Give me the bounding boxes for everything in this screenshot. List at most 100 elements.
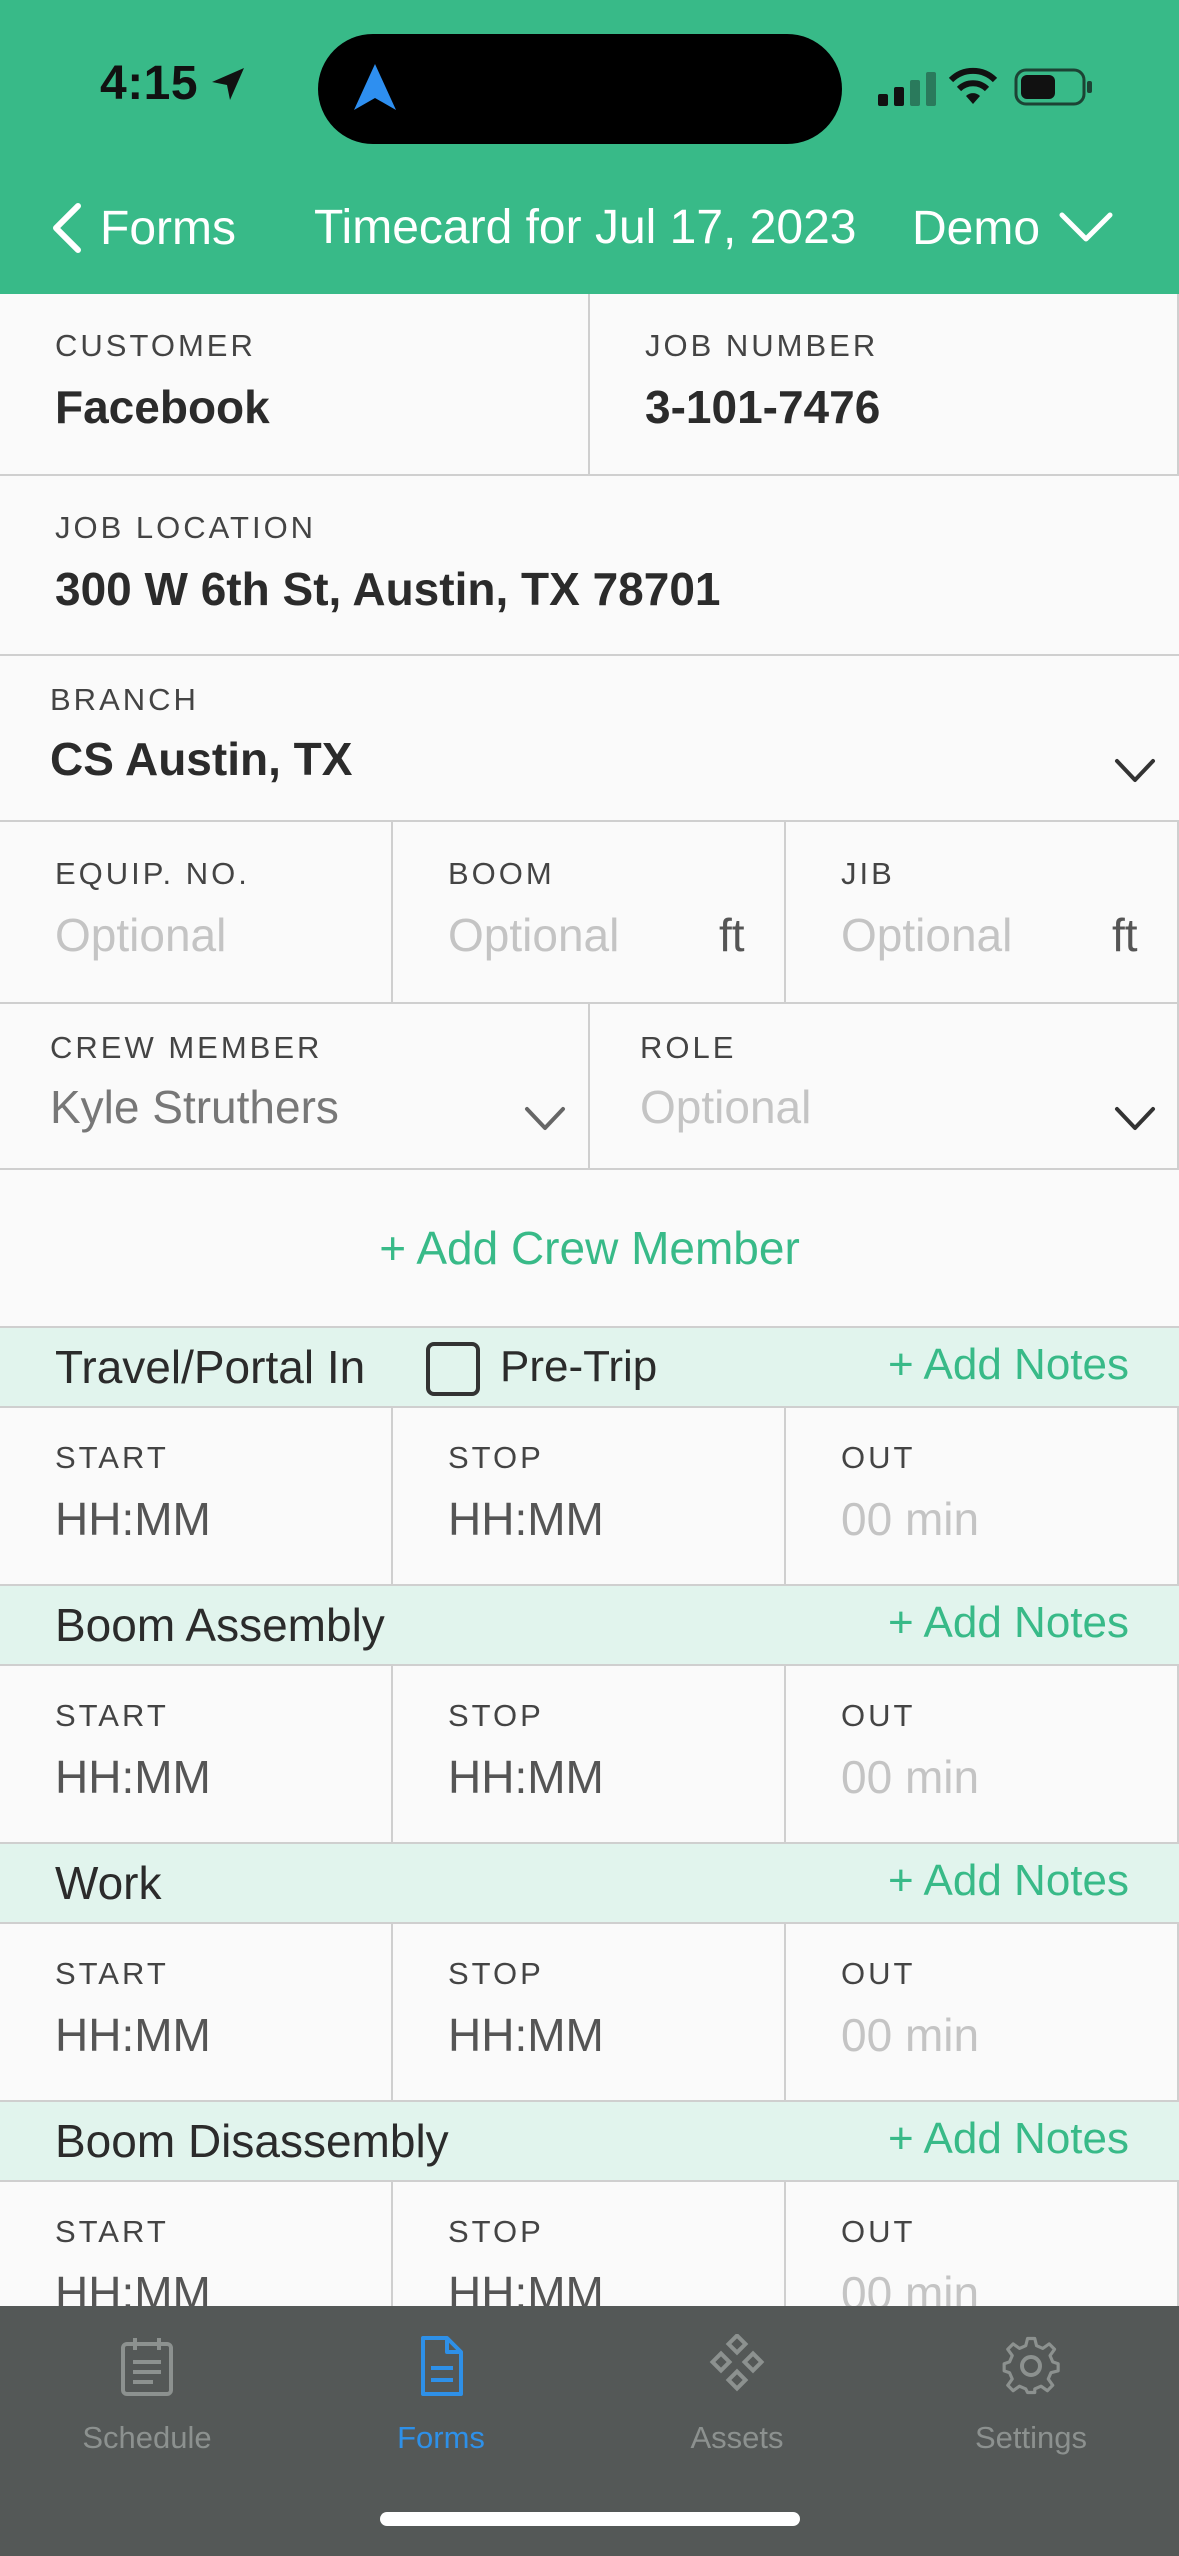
- field-label: STOP: [448, 1440, 544, 1475]
- jib-input[interactable]: Optional: [841, 908, 1012, 962]
- chevron-down-icon: [1115, 1107, 1155, 1130]
- crew-member-select[interactable]: CREW MEMBER Kyle Struthers: [0, 1004, 590, 1168]
- back-label: Forms: [100, 201, 236, 255]
- field-label: CUSTOMER: [55, 328, 256, 363]
- crew-member-value: Kyle Struthers: [50, 1081, 339, 1133]
- role-value: Optional: [640, 1081, 812, 1133]
- calendar-icon: [121, 2338, 173, 2396]
- chevron-down-icon: [1059, 212, 1113, 242]
- field-label: STOP: [448, 2214, 544, 2249]
- field-label: STOP: [448, 1956, 544, 1991]
- stop-time-field[interactable]: STOP HH:MM: [393, 1924, 786, 2100]
- section-title: Travel/Portal In: [55, 1341, 366, 1393]
- cellular-signal-icon: [878, 72, 936, 106]
- out-minutes-input[interactable]: 00 min: [841, 1750, 979, 1804]
- job-location-value: 300 W 6th St, Austin, TX 78701: [55, 563, 721, 615]
- equip-no-field[interactable]: EQUIP. NO. Optional: [0, 822, 393, 1002]
- tab-label: Settings: [974, 2420, 1087, 2455]
- time-row-work: START HH:MM STOP HH:MM OUT 00 min: [0, 1924, 1179, 2102]
- crew-row: CREW MEMBER Kyle Struthers ROLE Optional: [0, 1004, 1179, 1170]
- job-location-field[interactable]: JOB LOCATION 300 W 6th St, Austin, TX 78…: [0, 476, 1179, 656]
- equipment-row: EQUIP. NO. Optional BOOM Optional ft JIB…: [0, 822, 1179, 1004]
- gear-icon: [1002, 2336, 1060, 2395]
- field-label: JOB NUMBER: [645, 328, 879, 363]
- add-notes-button[interactable]: + Add Notes: [888, 2114, 1129, 2164]
- field-label: CREW MEMBER: [50, 1030, 323, 1065]
- branch-value: CS Austin, TX: [50, 733, 353, 785]
- field-label: START: [55, 1440, 169, 1475]
- stop-time-input[interactable]: HH:MM: [448, 2008, 604, 2062]
- field-label: JOB LOCATION: [55, 510, 317, 545]
- start-time-input[interactable]: HH:MM: [55, 2008, 211, 2062]
- navigation-arrow-icon: [354, 64, 396, 110]
- section-header-travel: Travel/Portal In Pre-Trip + Add Notes: [0, 1328, 1179, 1408]
- pre-trip-checkbox[interactable]: [426, 1342, 480, 1396]
- time-row-boom-assembly: START HH:MM STOP HH:MM OUT 00 min: [0, 1666, 1179, 1844]
- tab-label: Schedule: [82, 2420, 212, 2455]
- battery-icon: [1014, 68, 1092, 106]
- start-time-field[interactable]: START HH:MM: [0, 1408, 393, 1584]
- document-icon: [421, 2336, 463, 2396]
- account-label: Demo: [912, 201, 1041, 255]
- out-time-field[interactable]: OUT 00 min: [786, 1666, 1179, 1842]
- field-label: OUT: [841, 1956, 916, 1991]
- start-time-field[interactable]: START HH:MM: [0, 1666, 393, 1842]
- section-header-work: Work + Add Notes: [0, 1844, 1179, 1924]
- customer-job-row: CUSTOMER Facebook JOB NUMBER 3-101-7476: [0, 294, 1179, 476]
- field-label: JIB: [841, 856, 895, 891]
- field-label: OUT: [841, 1440, 916, 1475]
- out-minutes-input[interactable]: 00 min: [841, 2008, 979, 2062]
- field-label: START: [55, 2214, 169, 2249]
- wifi-icon: [948, 67, 998, 104]
- out-minutes-input[interactable]: 00 min: [841, 1492, 979, 1546]
- assets-icon: [709, 2334, 765, 2392]
- field-label: BRANCH: [50, 682, 199, 717]
- tab-settings[interactable]: Settings: [884, 2334, 1178, 2456]
- equip-no-input[interactable]: Optional: [55, 908, 226, 962]
- pre-trip-label: Pre-Trip: [500, 1342, 658, 1391]
- tab-forms[interactable]: Forms: [294, 2334, 588, 2456]
- page-title: Timecard for Jul 17, 2023: [314, 201, 857, 254]
- job-number-field[interactable]: JOB NUMBER 3-101-7476: [590, 294, 1179, 474]
- customer-field[interactable]: CUSTOMER Facebook: [0, 294, 590, 474]
- start-time-input[interactable]: HH:MM: [55, 1492, 211, 1546]
- back-button[interactable]: Forms: [50, 196, 236, 260]
- field-label: ROLE: [640, 1030, 737, 1065]
- field-label: OUT: [841, 1698, 916, 1733]
- tab-label: Forms: [397, 2420, 485, 2455]
- chevron-down-icon: [1115, 759, 1155, 782]
- section-title: Boom Assembly: [55, 1599, 385, 1651]
- field-label: START: [55, 1698, 169, 1733]
- stop-time-field[interactable]: STOP HH:MM: [393, 1666, 786, 1842]
- out-time-field[interactable]: OUT 00 min: [786, 1924, 1179, 2100]
- stop-time-input[interactable]: HH:MM: [448, 1750, 604, 1804]
- stop-time-field[interactable]: STOP HH:MM: [393, 1408, 786, 1584]
- role-select[interactable]: ROLE Optional: [590, 1004, 1179, 1168]
- tab-assets[interactable]: Assets: [590, 2334, 884, 2456]
- boom-input[interactable]: Optional: [448, 908, 619, 962]
- add-crew-member-button[interactable]: + Add Crew Member: [0, 1170, 1179, 1328]
- boom-unit: ft: [719, 909, 745, 961]
- add-notes-button[interactable]: + Add Notes: [888, 1340, 1129, 1390]
- jib-field[interactable]: JIB Optional ft: [786, 822, 1179, 1002]
- chevron-down-icon: [525, 1107, 565, 1130]
- job-number-value: 3-101-7476: [645, 381, 881, 433]
- start-time-input[interactable]: HH:MM: [55, 1750, 211, 1804]
- add-notes-button[interactable]: + Add Notes: [888, 1856, 1129, 1906]
- field-label: OUT: [841, 2214, 916, 2249]
- tab-schedule[interactable]: Schedule: [0, 2334, 294, 2456]
- add-notes-button[interactable]: + Add Notes: [888, 1598, 1129, 1648]
- field-label: BOOM: [448, 856, 555, 891]
- section-header-boom-disassembly: Boom Disassembly + Add Notes: [0, 2102, 1179, 2182]
- field-label: EQUIP. NO.: [55, 856, 250, 891]
- start-time-field[interactable]: START HH:MM: [0, 1924, 393, 2100]
- jib-unit: ft: [1112, 909, 1138, 961]
- time-row-travel: START HH:MM STOP HH:MM OUT 00 min: [0, 1408, 1179, 1586]
- out-time-field[interactable]: OUT 00 min: [786, 1408, 1179, 1584]
- account-dropdown[interactable]: Demo: [912, 196, 1114, 260]
- stop-time-input[interactable]: HH:MM: [448, 1492, 604, 1546]
- branch-select[interactable]: BRANCH CS Austin, TX: [0, 656, 1179, 822]
- boom-field[interactable]: BOOM Optional ft: [393, 822, 786, 1002]
- section-header-boom-assembly: Boom Assembly + Add Notes: [0, 1586, 1179, 1666]
- nav-header: 4:15 Forms Timecard for Jul 17, 2023 Dem…: [0, 0, 1179, 294]
